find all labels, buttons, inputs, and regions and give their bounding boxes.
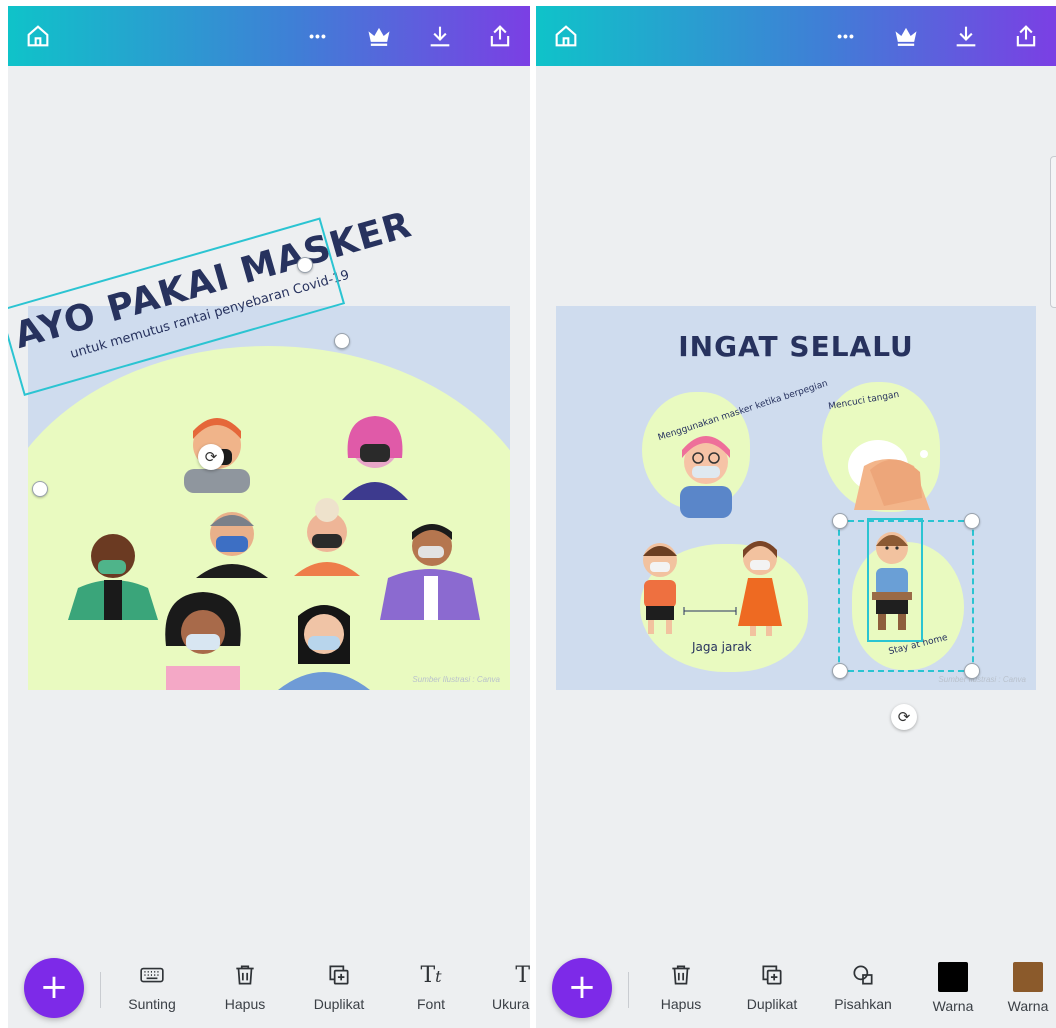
color-swatch (938, 962, 968, 992)
resize-handle[interactable] (832, 663, 848, 679)
tool-label: Sunting (128, 996, 176, 1012)
more-icon[interactable]: ••• (832, 22, 860, 50)
top-toolbar: ••• (536, 6, 1056, 66)
tool-duplikat[interactable]: Duplikat (302, 962, 376, 1012)
duplicate-icon (735, 962, 809, 990)
add-button[interactable]: + (24, 958, 84, 1018)
tool-label: Warna (932, 998, 974, 1014)
tool-warna-brown[interactable]: Warna (1000, 962, 1056, 1014)
credit-text: Sumber Ilustrasi : Canva (412, 675, 500, 684)
keyboard-icon (115, 962, 189, 990)
top-toolbar: ••• (8, 6, 530, 66)
tool-font[interactable]: Tt Font (394, 962, 468, 1012)
home-icon[interactable] (24, 22, 52, 50)
home-icon[interactable] (552, 22, 580, 50)
bottom-toolbar: + Hapus Duplikat Pisahkan Warna Warna (536, 936, 1056, 1028)
bottom-toolbar: + Sunting Hapus Duplikat Tt Font T Ukura (8, 936, 530, 1028)
person-with-mask-illustration[interactable] (668, 424, 744, 518)
tool-label: Duplikat (313, 996, 365, 1012)
tool-pisahkan[interactable]: Pisahkan (826, 962, 900, 1012)
resize-handle[interactable] (297, 257, 313, 273)
resize-handle[interactable] (334, 333, 350, 349)
trash-icon (644, 962, 718, 990)
share-icon[interactable] (1012, 22, 1040, 50)
tool-label: Font (416, 996, 445, 1012)
share-icon[interactable] (486, 22, 514, 50)
add-button[interactable]: + (552, 958, 612, 1018)
washing-hands-illustration[interactable] (834, 426, 942, 510)
person-illustration[interactable] (334, 408, 416, 500)
toolbar-divider (628, 972, 629, 1008)
tool-label: Pisahkan (834, 996, 892, 1012)
tool-label: Warna (1007, 998, 1049, 1014)
child-illustration[interactable] (630, 534, 690, 636)
resize-handle[interactable] (964, 663, 980, 679)
tool-duplikat[interactable]: Duplikat (735, 962, 809, 1012)
tool-hapus[interactable]: Hapus (208, 962, 282, 1012)
child-illustration[interactable] (724, 528, 796, 638)
font-icon: Tt (420, 963, 442, 988)
rotate-button[interactable]: ⟳ (198, 444, 224, 470)
person-illustration[interactable] (158, 586, 248, 690)
toolbar-divider (100, 972, 101, 1008)
tool-hapus[interactable]: Hapus (644, 962, 718, 1012)
person-illustration[interactable] (294, 496, 360, 576)
editor-screen-left: ••• Sumber Ilustrasi : Canva AYO PAKAI M… (8, 6, 530, 1028)
ungroup-icon (826, 962, 900, 990)
tool-label: Hapus (660, 996, 702, 1012)
download-icon[interactable] (426, 22, 454, 50)
resize-handle[interactable] (964, 513, 980, 529)
page-scroll-handle[interactable] (1050, 156, 1056, 308)
person-illustration[interactable] (68, 528, 158, 620)
resize-handle[interactable] (32, 481, 48, 497)
distance-arrow (683, 607, 737, 615)
tool-label: Duplikat (746, 996, 798, 1012)
crown-icon[interactable] (892, 22, 920, 50)
person-illustration[interactable] (278, 594, 370, 690)
tool-label: Hapus (224, 996, 266, 1012)
title-text[interactable]: INGAT SELALU (556, 330, 1036, 363)
trash-icon (208, 962, 282, 990)
editor-screen-right: ••• INGAT SELALU Menggunakan masker keti… (536, 6, 1056, 1028)
size-icon: T (515, 963, 530, 988)
tool-ukuran[interactable]: T Ukura (478, 962, 530, 1012)
rotate-button[interactable]: ⟳ (891, 704, 917, 730)
person-illustration[interactable] (380, 516, 480, 620)
resize-handle[interactable] (832, 513, 848, 529)
tool-warna-black[interactable]: Warna (916, 962, 990, 1014)
credit-text: Sumber Ilustrasi : Canva (938, 675, 1026, 684)
tool-label: Ukura (492, 996, 530, 1012)
person-illustration[interactable] (196, 504, 268, 578)
color-swatch (1013, 962, 1043, 992)
more-icon[interactable]: ••• (304, 22, 332, 50)
download-icon[interactable] (952, 22, 980, 50)
element-selection-box[interactable] (867, 518, 923, 642)
duplicate-icon (302, 962, 376, 990)
crown-icon[interactable] (365, 22, 393, 50)
tool-sunting[interactable]: Sunting (115, 962, 189, 1012)
caption-distance[interactable]: Jaga jarak (692, 640, 752, 654)
